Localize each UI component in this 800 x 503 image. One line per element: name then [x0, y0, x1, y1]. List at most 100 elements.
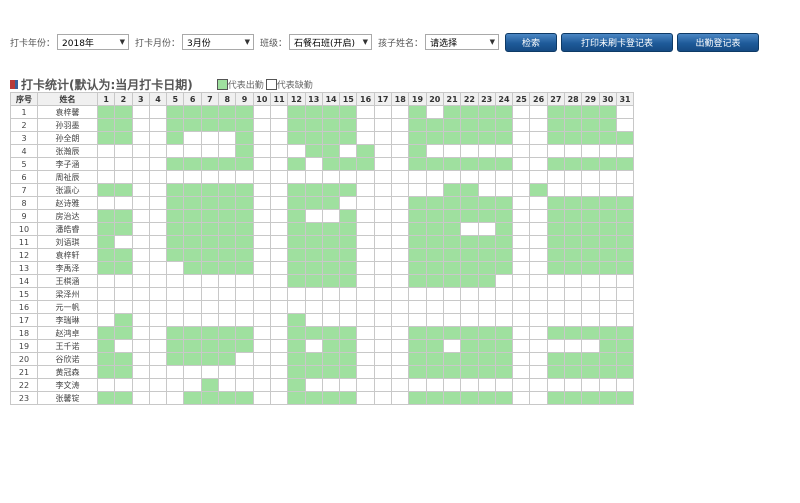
header-day: 1	[96, 92, 116, 106]
day-cell-absent	[356, 118, 375, 132]
month-select[interactable]: 3月份 ▼	[182, 34, 255, 50]
day-cell-present	[408, 196, 427, 210]
day-cell-absent	[529, 300, 548, 314]
day-cell-present	[166, 131, 185, 145]
day-cell-present	[615, 391, 635, 405]
day-cell-present	[321, 105, 341, 119]
day-cell-present	[114, 131, 133, 145]
day-cell-absent	[512, 378, 531, 392]
day-cell-present	[442, 261, 462, 275]
day-cell-absent	[339, 170, 358, 184]
day-cell-present	[581, 157, 600, 171]
day-cell-absent	[252, 157, 271, 171]
day-cell-present	[460, 105, 479, 119]
day-cell-absent	[529, 339, 548, 353]
day-cell-present	[442, 235, 462, 249]
day-cell-absent	[269, 300, 289, 314]
header-day: 27	[546, 92, 566, 106]
day-cell-absent	[391, 235, 410, 249]
day-cell-absent	[114, 287, 133, 301]
day-cell-absent	[269, 352, 289, 366]
year-select[interactable]: 2018年 ▼	[57, 34, 130, 50]
day-cell-absent	[373, 209, 393, 223]
day-cell-absent	[615, 313, 635, 327]
day-cell-present	[564, 209, 583, 223]
day-cell-present	[598, 248, 617, 262]
day-cell-absent	[183, 287, 202, 301]
search-button[interactable]: 检索	[505, 32, 558, 52]
day-cell-present	[321, 235, 341, 249]
day-cell-absent	[183, 313, 202, 327]
day-cell-absent	[615, 105, 635, 119]
day-cell-present	[304, 326, 323, 340]
day-cell-absent	[391, 287, 410, 301]
day-cell-present	[304, 196, 323, 210]
table-row: 2 孙羽墨	[10, 118, 635, 132]
day-cell-present	[235, 339, 254, 353]
day-cell-absent	[269, 144, 289, 158]
day-cell-absent	[218, 313, 237, 327]
day-cell-present	[442, 196, 462, 210]
day-cell-present	[460, 183, 479, 197]
day-cell-present	[96, 105, 116, 119]
day-cell-absent	[546, 274, 566, 288]
day-cell-present	[287, 131, 306, 145]
day-cell-present	[200, 222, 220, 236]
print-unpunched-button[interactable]: 打印未刷卡登记表	[561, 32, 674, 52]
day-cell-absent	[598, 300, 617, 314]
day-cell-present	[564, 196, 583, 210]
day-cell-present	[425, 209, 444, 223]
day-cell-present	[460, 274, 479, 288]
student-name: 谷欣诺	[37, 352, 98, 366]
day-cell-absent	[373, 313, 393, 327]
day-cell-absent	[442, 170, 462, 184]
day-cell-present	[460, 235, 479, 249]
day-cell-present	[408, 157, 427, 171]
row-number: 8	[10, 196, 38, 210]
student-name: 孙全朗	[37, 131, 98, 145]
row-number: 5	[10, 157, 38, 171]
day-cell-present	[287, 222, 306, 236]
day-cell-present	[442, 274, 462, 288]
day-cell-absent	[321, 313, 341, 327]
day-cell-present	[339, 105, 358, 119]
day-cell-present	[304, 274, 323, 288]
attendance-sheet-button[interactable]: 出勤登记表	[677, 32, 760, 52]
day-cell-present	[339, 365, 358, 379]
table-row: 14 王棋涵	[10, 274, 635, 288]
day-cell-present	[546, 248, 566, 262]
day-cell-present	[183, 326, 202, 340]
day-cell-present	[477, 235, 496, 249]
day-cell-absent	[356, 391, 375, 405]
day-cell-absent	[148, 131, 168, 145]
class-select[interactable]: 石餐石班(开启) ▼	[289, 34, 373, 50]
day-cell-present	[218, 248, 237, 262]
day-cell-absent	[391, 222, 410, 236]
child-name-select[interactable]: 请选择 ▼	[425, 34, 500, 50]
day-cell-present	[408, 274, 427, 288]
day-cell-absent	[356, 378, 375, 392]
day-cell-absent	[391, 352, 410, 366]
day-cell-absent	[252, 365, 271, 379]
day-cell-present	[218, 157, 237, 171]
table-row: 15 梁泽州	[10, 287, 635, 301]
day-cell-absent	[373, 222, 393, 236]
day-cell-present	[442, 105, 462, 119]
day-cell-present	[339, 339, 358, 353]
day-cell-present	[304, 235, 323, 249]
day-cell-absent	[391, 326, 410, 340]
day-cell-present	[321, 144, 341, 158]
day-cell-present	[477, 352, 496, 366]
day-cell-present	[477, 118, 496, 132]
day-cell-absent	[287, 144, 306, 158]
day-cell-absent	[564, 313, 583, 327]
day-cell-present	[200, 391, 220, 405]
day-cell-absent	[408, 170, 427, 184]
day-cell-absent	[564, 300, 583, 314]
header-day: 28	[564, 92, 583, 106]
class-select-value: 石餐石班(开启)	[294, 38, 356, 49]
day-cell-present	[321, 118, 341, 132]
day-cell-present	[114, 118, 133, 132]
day-cell-absent	[269, 378, 289, 392]
day-cell-absent	[425, 300, 444, 314]
